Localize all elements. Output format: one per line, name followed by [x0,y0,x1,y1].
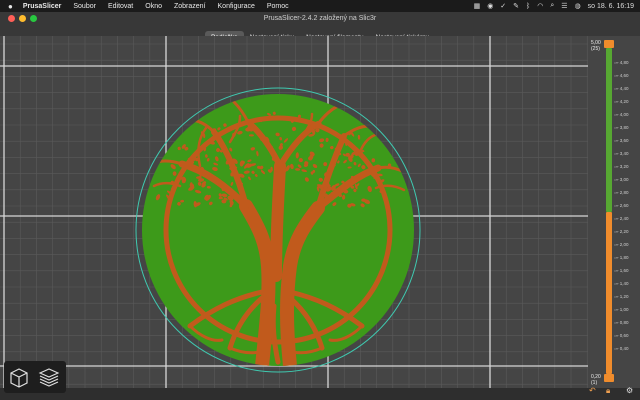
lower-thumb[interactable] [604,374,614,382]
layer-tick-label: – 1,60 [616,268,629,273]
layer-tick-label: – 1,00 [616,307,629,312]
siri-icon[interactable]: ◍ [575,2,581,10]
close-window-button[interactable] [8,15,15,22]
settings-icon[interactable]: ⚙ [626,386,633,395]
layer-tick-label: – 4,20 [616,99,629,104]
menu-file[interactable]: Soubor [67,3,102,10]
layer-tick-label: – 3,80 [616,125,629,130]
layer-tick-label: – 0,80 [616,320,629,325]
clock[interactable]: so 18. 6. 16:19 [588,3,634,10]
view-toolbar [4,361,66,393]
grid-status-icon[interactable]: ▦ [474,2,481,10]
layer-tick-label: – 3,00 [616,177,629,182]
wifi-icon[interactable]: ◠ [537,2,543,10]
apple-menu-icon[interactable]: ● [0,2,17,11]
lock-icon[interactable]: 🔒︎ [606,386,610,396]
layer-tick-label: – 4,40 [616,86,629,91]
pen-status-icon[interactable]: ✎ [513,2,519,10]
layer-tick-label: – 2,60 [616,203,629,208]
menu-help[interactable]: Pomoc [261,3,295,10]
layer-slider[interactable] [588,36,640,388]
upper-thumb[interactable] [604,40,614,48]
layer-tick-label: – 4,60 [616,73,629,78]
zoom-window-button[interactable] [30,15,37,22]
layer-slider-lower-track[interactable] [606,212,612,374]
layer-tick-label: – 3,20 [616,164,629,169]
menu-configuration[interactable]: Konfigurace [212,3,261,10]
search-icon[interactable]: ⌕ [550,2,554,10]
layer-tick-label: – 3,60 [616,138,629,143]
layer-tick-label: – 1,40 [616,281,629,286]
layer-tick-label: – 3,40 [616,151,629,156]
layers-icon[interactable] [37,365,61,389]
layer-tick-label: – 1,80 [616,255,629,260]
app-menu[interactable]: PrusaSlicer [17,3,68,10]
control-center-icon[interactable]: ☰ [561,2,567,10]
layer-tick-label: – 2,40 [616,216,629,221]
layer-tick-label: – 2,00 [616,242,629,247]
menu-view[interactable]: Zobrazení [168,3,212,10]
bluetooth-status-icon[interactable]: ᛒ [526,3,530,10]
print-bed-preview[interactable] [0,36,640,388]
3d-preview-viewport[interactable] [0,36,640,388]
minimize-window-button[interactable] [19,15,26,22]
layer-tick-label: – 0,40 [616,346,629,351]
window-title: PrusaSlicer-2.4.2 založený na Slic3r [263,15,377,22]
menu-edit[interactable]: Editovat [102,3,139,10]
upper-layer-readout: 5,00 (25) [591,40,601,52]
layer-tick-label: – 2,80 [616,190,629,195]
layer-tick-label: – 2,20 [616,229,629,234]
layer-tick-label: – 4,80 [616,60,629,65]
layer-tick-label: – 4,00 [616,112,629,117]
layer-tick-label: – 0,60 [616,333,629,338]
record-status-icon[interactable]: ◉ [487,2,493,10]
upper-layer-number: (25) [591,46,600,52]
menu-window[interactable]: Okno [139,3,168,10]
check-status-icon[interactable]: ✓ [500,2,506,10]
macos-menubar: ● PrusaSlicer Soubor Editovat Okno Zobra… [0,0,640,12]
undo-icon[interactable]: ↶ [589,386,596,395]
layer-tick-label: – 1,20 [616,294,629,299]
layer-slider-upper-track[interactable] [606,48,612,212]
lower-layer-readout: 0,20 (1) [591,374,601,386]
title-bar: PrusaSlicer-2.4.2 založený na Slic3r [0,12,640,26]
cube-icon[interactable] [7,365,31,389]
